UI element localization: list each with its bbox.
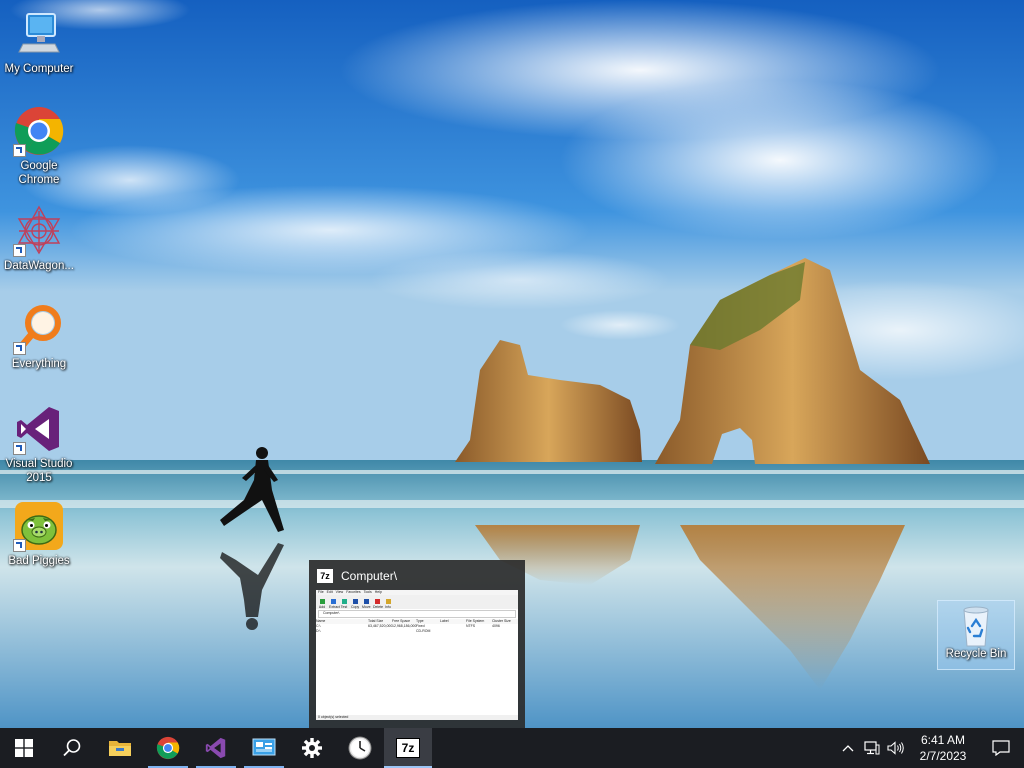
thumbnail-title: Computer\ — [341, 569, 398, 583]
windows-logo-icon — [15, 739, 33, 757]
desktop-icon-bad-piggies[interactable]: Bad Piggies — [1, 500, 77, 568]
shortcut-arrow-icon — [13, 342, 26, 355]
chrome-icon — [156, 736, 180, 760]
visual-studio-button[interactable] — [192, 728, 240, 768]
chevron-up-icon — [842, 745, 854, 752]
preview-address-bar: Computer\ — [318, 610, 516, 618]
clock-app-button[interactable] — [336, 728, 384, 768]
visual-studio-icon — [13, 403, 65, 455]
preview-status-bar: 0 object(s) selected — [316, 715, 518, 720]
computer-icon — [13, 8, 65, 60]
clock-date: 2/7/2023 — [919, 749, 967, 763]
desktop-icon-my-computer[interactable]: My Computer — [1, 8, 77, 76]
thumbnail-window-preview: File Edit View Favorites Tools Help Add … — [316, 590, 518, 720]
taskbar: 7z 6:41 AM 2/7/2023 — [0, 728, 1024, 768]
chrome-button[interactable] — [144, 728, 192, 768]
shortcut-arrow-icon — [13, 539, 26, 552]
volume-button[interactable] — [884, 728, 908, 768]
shortcut-arrow-icon — [13, 144, 26, 157]
preview-toolbar: Add Extract Test Copy Move Delete Info — [316, 595, 518, 609]
gear-icon — [302, 738, 322, 758]
taskbar-thumbnail-preview[interactable]: 7z Computer\ File Edit View Favorites To… — [309, 560, 525, 728]
desktop-icon-datawagon[interactable]: DataWagon... — [1, 205, 77, 273]
network-button[interactable] — [860, 728, 884, 768]
system-tray: 6:41 AM 2/7/2023 — [836, 728, 1024, 768]
shortcut-arrow-icon — [13, 244, 26, 257]
chrome-icon — [13, 105, 65, 157]
bad-piggies-icon — [13, 500, 65, 552]
table-row: D:\ CD-ROM — [316, 629, 431, 633]
7zip-icon: 7z — [317, 569, 333, 583]
thumbnail-title-bar: 7z Computer\ — [317, 566, 397, 586]
everything-search-icon — [13, 303, 65, 355]
start-button[interactable] — [0, 728, 48, 768]
action-center-button[interactable] — [978, 728, 1024, 768]
desktop-icon-visual-studio[interactable]: Visual Studio 2015 — [1, 403, 77, 485]
taskbar-clock[interactable]: 6:41 AM 2/7/2023 — [908, 732, 978, 764]
settings-button[interactable] — [288, 728, 336, 768]
clock-icon — [348, 736, 372, 760]
search-icon — [63, 739, 81, 757]
folder-icon — [109, 741, 131, 756]
search-button[interactable] — [48, 728, 96, 768]
file-explorer-button[interactable] — [96, 728, 144, 768]
network-icon — [864, 741, 880, 755]
control-panel-icon — [252, 738, 276, 756]
desktop-icon-google-chrome[interactable]: Google Chrome — [1, 105, 77, 187]
visual-studio-icon — [205, 737, 226, 759]
show-hidden-icons-button[interactable] — [836, 728, 860, 768]
volume-icon — [887, 741, 904, 755]
recycle-bin-icon — [954, 604, 998, 648]
control-panel-button[interactable] — [240, 728, 288, 768]
7zip-icon: 7z — [396, 738, 420, 758]
shortcut-arrow-icon — [13, 442, 26, 455]
7zip-button[interactable]: 7z — [384, 728, 432, 768]
clock-time: 6:41 AM — [920, 733, 966, 747]
desktop-icon-recycle-bin[interactable]: Recycle Bin — [937, 600, 1015, 670]
action-center-icon — [992, 740, 1010, 756]
datawagon-icon — [13, 205, 65, 257]
desktop-icon-everything[interactable]: Everything — [1, 303, 77, 371]
